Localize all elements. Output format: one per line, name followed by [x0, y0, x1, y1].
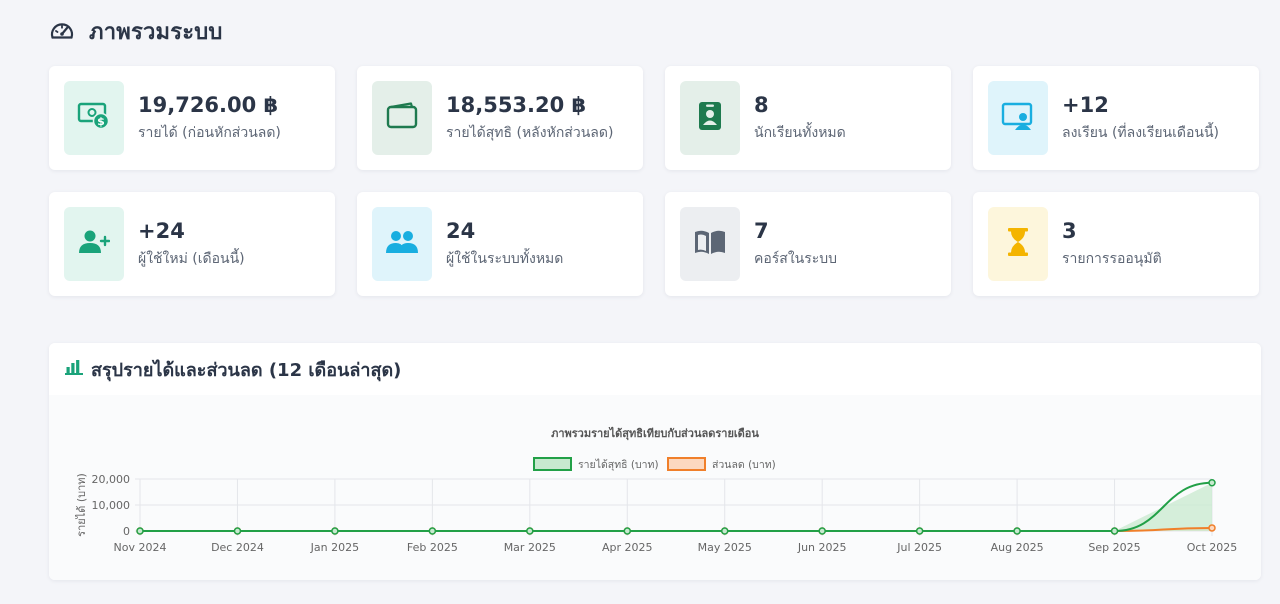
x-tick-label: Jan 2025 — [310, 541, 359, 554]
stats-grid: $ 19,726.00 ฿ รายได้ (ก่อนหักส่วนลด) 18,… — [49, 66, 1261, 318]
stat-label: นักเรียนทั้งหมด — [754, 125, 846, 141]
data-point — [1110, 527, 1119, 535]
y-tick-label: 10,000 — [92, 499, 131, 512]
x-tick-label: Jul 2025 — [896, 541, 942, 554]
legend-swatch — [667, 457, 706, 471]
stat-label: ลงเรียน (ที่ลงเรียนเดือนนี้) — [1062, 125, 1220, 141]
data-point — [720, 527, 729, 535]
speedometer-icon — [49, 19, 75, 45]
stat-value: 8 — [754, 93, 769, 117]
stat-card-pending[interactable]: 3 รายการรออนุมัติ — [973, 192, 1259, 296]
stat-value: 7 — [754, 219, 769, 243]
stat-card-gross-revenue[interactable]: $ 19,726.00 ฿ รายได้ (ก่อนหักส่วนลด) — [49, 66, 335, 170]
money-icon: $ — [77, 101, 111, 135]
chart-card-header: สรุปรายได้และส่วนลด (12 เดือนล่าสุด) — [49, 343, 1261, 395]
stat-value: +12 — [1062, 93, 1109, 117]
stat-label: ผู้ใช้ใหม่ (เดือนนี้) — [138, 251, 245, 267]
legend-label: ส่วนลด (บาท) — [712, 459, 776, 471]
x-tick-label: Jun 2025 — [797, 541, 847, 554]
chart-title: ภาพรวมรายได้สุทธิเทียบกับส่วนลดรายเดือน — [551, 426, 759, 441]
stat-card-enrollments[interactable]: +12 ลงเรียน (ที่ลงเรียนเดือนนี้) — [973, 66, 1259, 170]
x-tick-label: Aug 2025 — [991, 541, 1044, 554]
data-point — [623, 527, 632, 535]
svg-text:$: $ — [97, 115, 105, 128]
chart-body: ภาพรวมรายได้สุทธิเทียบกับส่วนลดรายเดือน … — [49, 395, 1261, 580]
x-tick-label: Nov 2024 — [114, 541, 167, 554]
stat-value: +24 — [138, 219, 185, 243]
stat-value: 24 — [446, 219, 476, 243]
x-tick-label: Oct 2025 — [1187, 541, 1238, 554]
stats-row-2: +24 ผู้ใช้ใหม่ (เดือนนี้) 24 ผู้ใช้ในระบ… — [49, 192, 1261, 296]
stat-icon-box — [372, 207, 432, 281]
data-point — [1013, 527, 1021, 535]
stat-card-students[interactable]: 8 นักเรียนทั้งหมด — [665, 66, 951, 170]
stat-value: 3 — [1062, 219, 1077, 243]
stat-icon-box: $ — [64, 81, 124, 155]
stats-row-1: $ 19,726.00 ฿ รายได้ (ก่อนหักส่วนลด) 18,… — [49, 66, 1261, 170]
revenue-chart: ภาพรวมรายได้สุทธิเทียบกับส่วนลดรายเดือน … — [75, 426, 1238, 554]
wallet-icon — [385, 101, 419, 135]
chart-y-axis: 0 10,000 20,000 — [92, 473, 131, 538]
id-badge-icon — [697, 100, 723, 136]
bar-chart-icon — [65, 359, 83, 379]
chart-card-heading: สรุปรายได้และส่วนลด (12 เดือนล่าสุด) — [91, 359, 402, 381]
stat-icon-box — [372, 81, 432, 155]
chart-legend: รายได้สุทธิ (บาท) ส่วนลด (บาท) — [533, 457, 776, 471]
data-point — [1208, 524, 1216, 532]
revenue-chart-card: สรุปรายได้และส่วนลด (12 เดือนล่าสุด) ภาพ… — [49, 343, 1261, 580]
y-axis-label: รายได้ (บาท) — [75, 473, 88, 537]
stat-value: 19,726.00 ฿ — [138, 93, 279, 117]
data-point — [331, 527, 339, 535]
stat-icon-box — [988, 207, 1048, 281]
stat-card-new-users[interactable]: +24 ผู้ใช้ใหม่ (เดือนนี้) — [49, 192, 335, 296]
x-tick-label: Mar 2025 — [504, 541, 556, 554]
stat-icon-box — [988, 81, 1048, 155]
data-point — [428, 527, 437, 535]
chart-x-axis: Nov 2024 Dec 2024 Jan 2025 Feb 2025 Mar 2025… — [114, 541, 1238, 554]
stat-label: รายได้ (ก่อนหักส่วนลด) — [138, 125, 281, 141]
data-point — [136, 527, 144, 535]
stat-card-total-users[interactable]: 24 ผู้ใช้ในระบบทั้งหมด — [357, 192, 643, 296]
teacher-icon — [1001, 101, 1035, 135]
series-area — [140, 482, 1212, 531]
stat-label: ผู้ใช้ในระบบทั้งหมด — [446, 251, 564, 267]
book-icon — [693, 228, 727, 260]
stat-value: 18,553.20 ฿ — [446, 93, 587, 117]
x-tick-label: Dec 2024 — [211, 541, 264, 554]
data-point — [1208, 479, 1216, 487]
data-point — [915, 527, 924, 535]
stat-icon-box — [64, 207, 124, 281]
user-plus-icon — [78, 228, 111, 260]
hourglass-icon — [1006, 227, 1030, 261]
page-title: ภาพรวมระบบ — [89, 20, 223, 45]
stat-icon-box — [680, 81, 740, 155]
stat-icon-box — [680, 207, 740, 281]
data-point — [233, 527, 242, 535]
x-tick-label: Apr 2025 — [602, 541, 653, 554]
x-tick-label: Feb 2025 — [407, 541, 458, 554]
users-icon — [385, 228, 419, 260]
series-line — [140, 481, 1213, 532]
page-header: ภาพรวมระบบ — [49, 14, 223, 49]
stat-card-net-revenue[interactable]: 18,553.20 ฿ รายได้สุทธิ (หลังหักส่วนลด) — [357, 66, 643, 170]
stat-card-courses[interactable]: 7 คอร์สในระบบ — [665, 192, 951, 296]
y-tick-label: 0 — [123, 525, 130, 538]
legend-swatch — [533, 457, 572, 471]
x-tick-label: Sep 2025 — [1088, 541, 1140, 554]
legend-label: รายได้สุทธิ (บาท) — [578, 458, 659, 471]
chart-series — [136, 479, 1216, 535]
stat-label: คอร์สในระบบ — [754, 251, 838, 267]
data-point — [526, 527, 534, 535]
stat-label: รายการรออนุมัติ — [1062, 251, 1162, 267]
chart-grid — [135, 478, 1213, 536]
stat-label: รายได้สุทธิ (หลังหักส่วนลด) — [446, 125, 614, 141]
data-point — [818, 527, 826, 535]
x-tick-label: May 2025 — [698, 541, 752, 554]
y-tick-label: 20,000 — [92, 473, 131, 486]
